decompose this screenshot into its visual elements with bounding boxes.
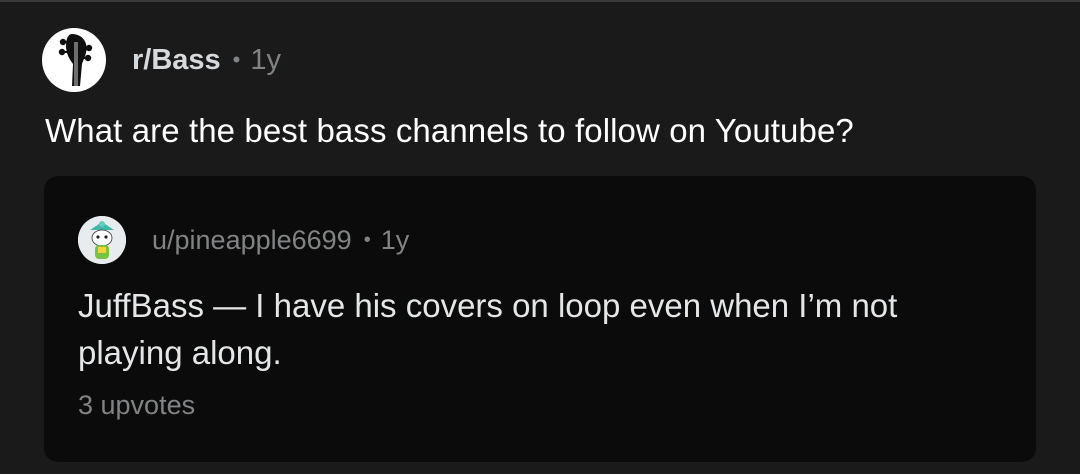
subreddit-avatar[interactable]: [42, 28, 106, 92]
post-card[interactable]: r/Bass • 1y What are the best bass chann…: [0, 2, 1080, 474]
upvote-count: 3 upvotes: [78, 390, 196, 420]
post-age: 1y: [250, 43, 282, 76]
user-avatar[interactable]: [78, 216, 126, 264]
snoo-avatar-icon: [78, 216, 126, 264]
post-header: r/Bass • 1y: [42, 28, 281, 92]
comment-header: u/pineapple6699 • 1y: [78, 216, 409, 264]
separator-dot: •: [363, 228, 371, 251]
comment-body: JuffBass — I have his covers on loop eve…: [78, 287, 898, 371]
bass-headstock-icon: [58, 34, 93, 86]
subreddit-name[interactable]: r/Bass: [132, 44, 221, 77]
separator-dot: •: [232, 47, 241, 72]
comment-username[interactable]: u/pineapple6699: [152, 225, 352, 256]
comment-age: 1y: [380, 224, 410, 255]
post-title[interactable]: What are the best bass channels to follo…: [45, 112, 854, 150]
comment-card[interactable]: u/pineapple6699 • 1y JuffBass — I have h…: [44, 176, 1036, 462]
